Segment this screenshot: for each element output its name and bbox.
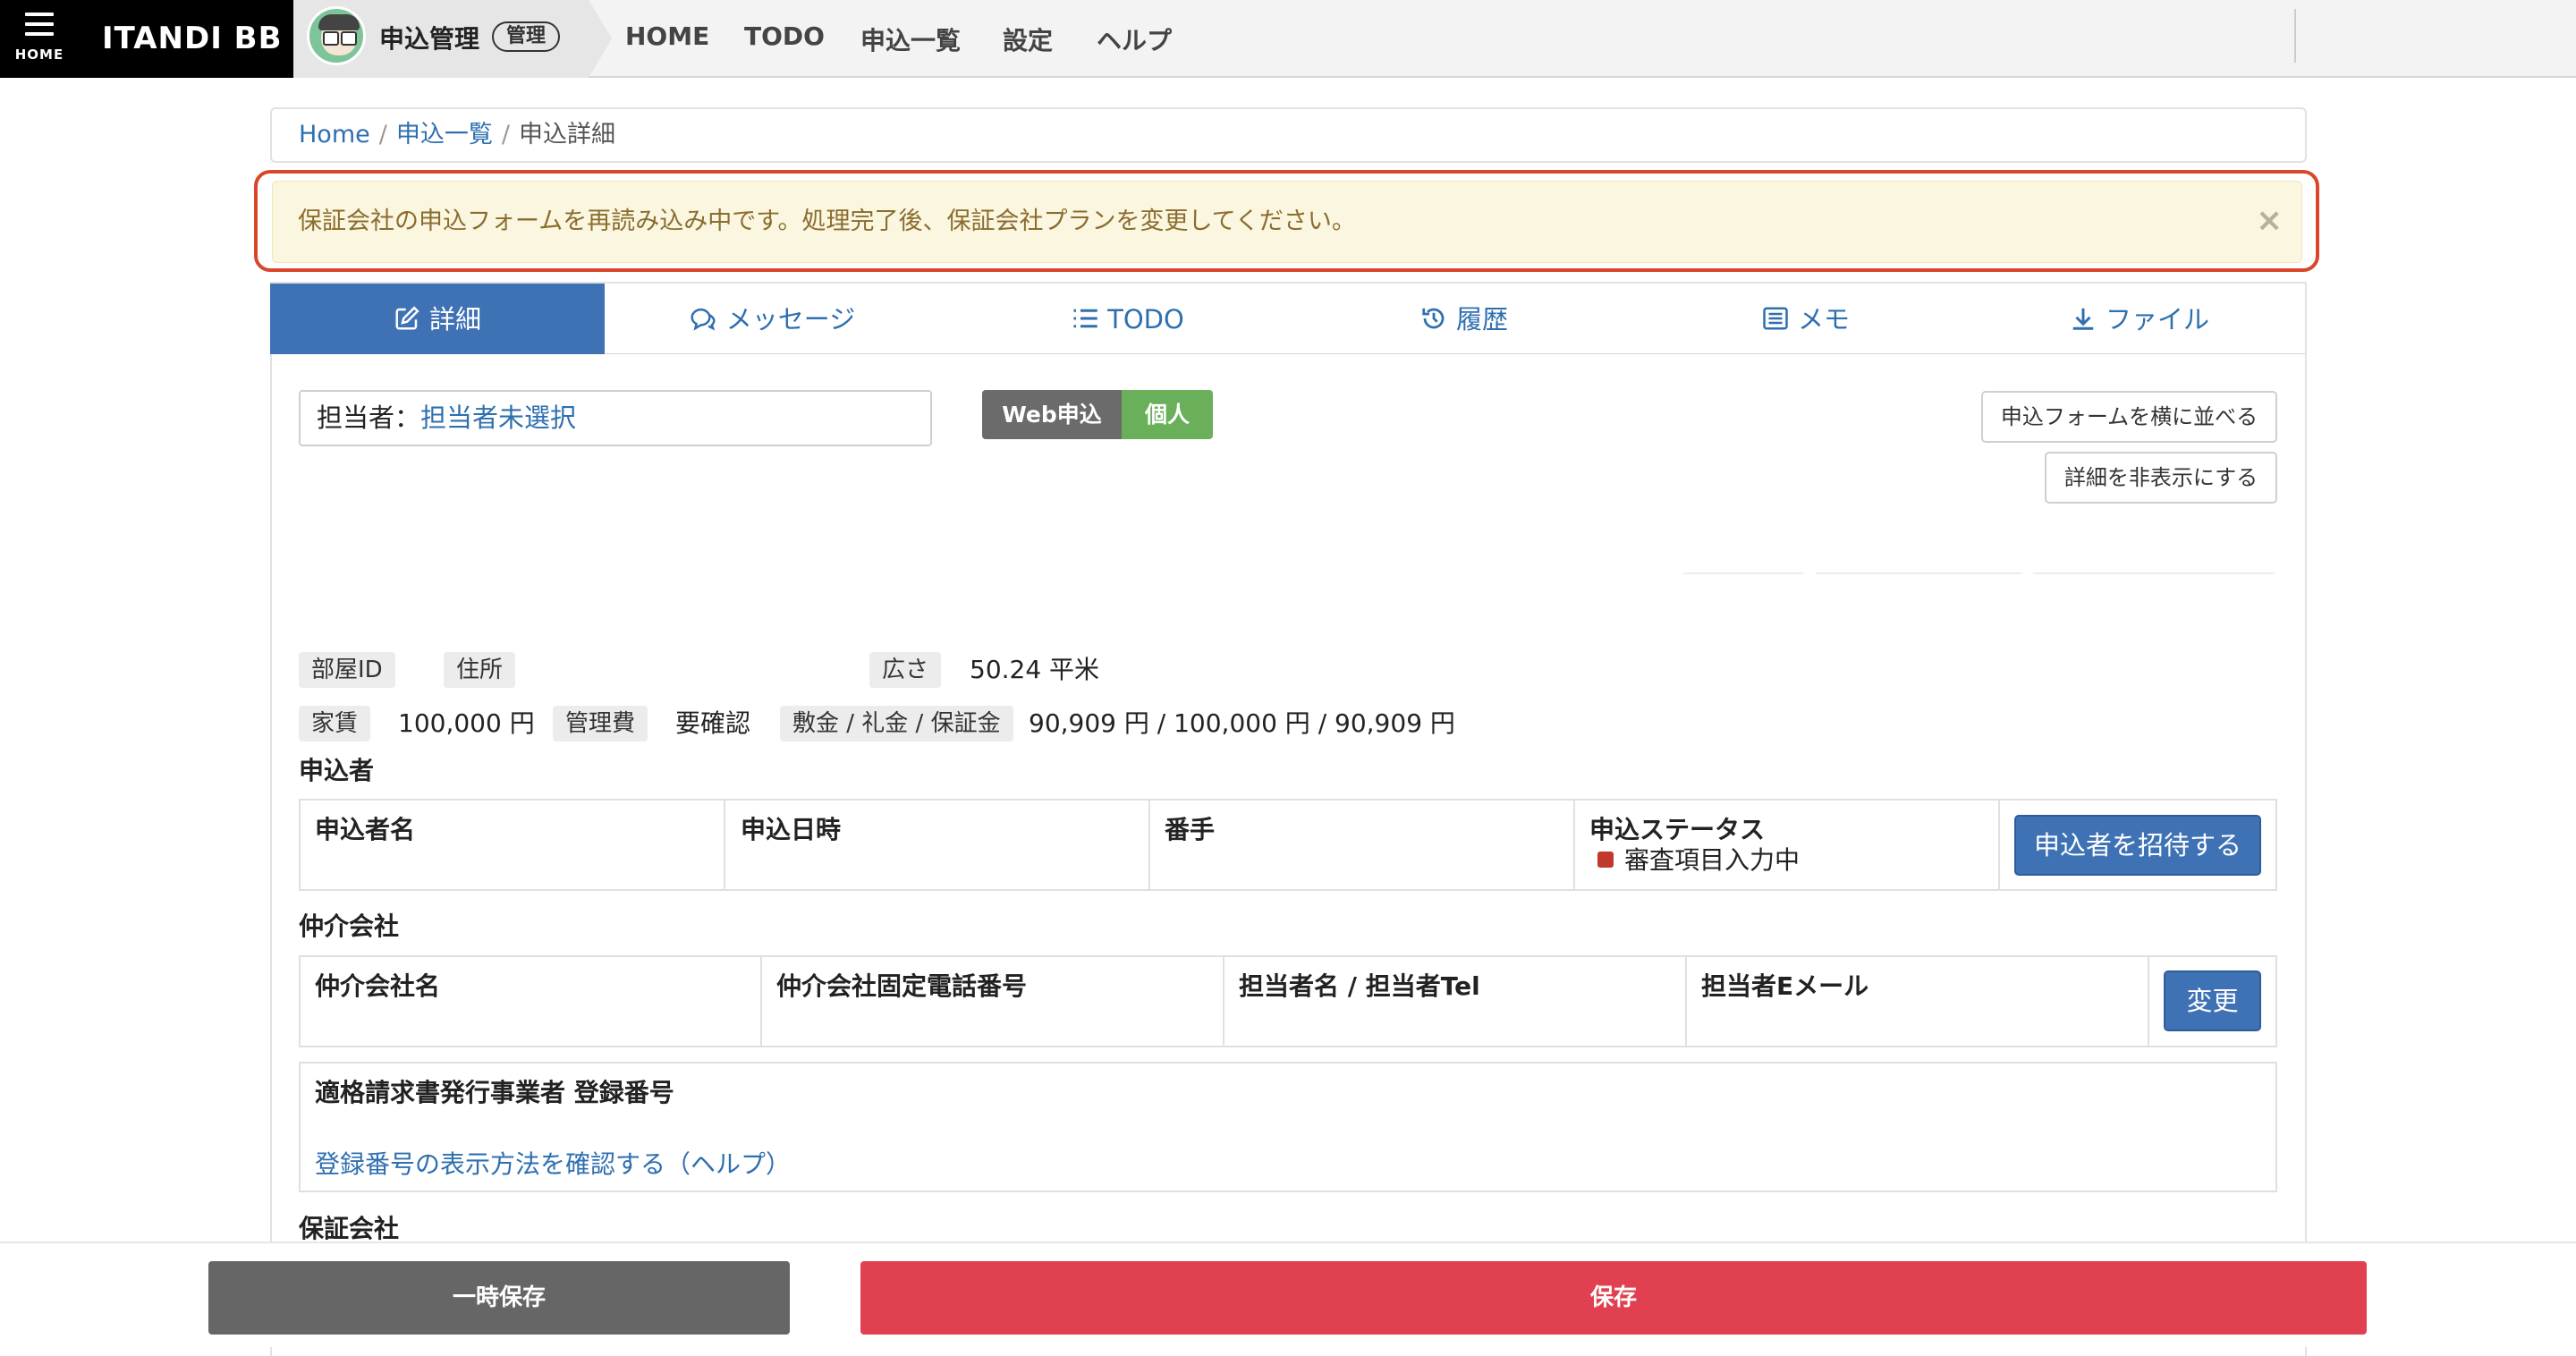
side-by-side-button[interactable]: 申込フォームを横に並べる xyxy=(1981,391,2277,443)
app-switcher-arrow xyxy=(589,0,612,78)
invoice-help-link[interactable]: 登録番号の表示方法を確認する（ヘルプ） xyxy=(315,1145,791,1181)
divider xyxy=(724,799,725,891)
divider xyxy=(1573,799,1575,891)
rent-label: 家賃 xyxy=(299,706,371,742)
tab-memo-label: メモ xyxy=(1797,304,1850,335)
broker-name-header: 仲介会社名 xyxy=(315,971,441,1001)
breadcrumb-list[interactable]: 申込一覧 xyxy=(396,121,493,148)
tab-history-label: 履歴 xyxy=(1455,304,1508,335)
divider xyxy=(2148,955,2149,1047)
individual-tag: 個人 xyxy=(1122,390,1213,439)
web-application-tag: Web申込 xyxy=(982,390,1122,439)
room-id-label: 部屋ID xyxy=(299,652,395,688)
application-status-value: 審査項目入力中 xyxy=(1624,845,1801,875)
home-menu-button[interactable]: HOME xyxy=(0,0,79,78)
tab-files[interactable]: ファイル xyxy=(1972,284,2307,355)
assignee-field[interactable]: 担当者：担当者未選択 xyxy=(299,390,932,446)
breadcrumb-home[interactable]: Home xyxy=(299,121,370,148)
tab-todo-label: TODO xyxy=(1107,304,1184,335)
divider xyxy=(1816,572,2021,574)
area-value: 50.24 平米 xyxy=(970,655,1100,684)
tab-memo[interactable]: メモ xyxy=(1639,284,1973,355)
nav-application-list[interactable]: 申込一覧 xyxy=(860,21,961,57)
nav-settings[interactable]: 設定 xyxy=(1003,21,1053,57)
applicant-name-header: 申込者名 xyxy=(315,815,416,844)
breadcrumb: Home / 申込一覧 / 申込詳細 xyxy=(270,107,2307,163)
tab-detail-label: 詳細 xyxy=(428,304,481,335)
nav-help[interactable]: ヘルプ xyxy=(1097,21,1172,57)
topbar-divider xyxy=(2294,9,2296,63)
divider xyxy=(1148,799,1150,891)
rank-header: 番手 xyxy=(1165,815,1216,844)
management-fee-label: 管理費 xyxy=(553,706,648,742)
invite-applicant-button[interactable]: 申込者を招待する xyxy=(2014,815,2261,876)
assignee-label: 担当者： xyxy=(317,403,421,433)
deposit-value: 90,909 円 / 100,000 円 / 90,909 円 xyxy=(1029,708,1455,738)
logo[interactable]: ITANDI BB xyxy=(79,0,293,78)
breadcrumb-separator: / xyxy=(378,121,387,148)
temporary-save-button[interactable]: 一時保存 xyxy=(208,1261,790,1335)
deposit-label: 敷金 / 礼金 / 保証金 xyxy=(780,706,1013,742)
divider xyxy=(1223,955,1224,1047)
tab-todo[interactable]: TODO xyxy=(961,284,1295,355)
guarantor-heading: 保証会社 xyxy=(299,1214,400,1243)
save-button[interactable]: 保存 xyxy=(860,1261,2367,1335)
alert-message: 保証会社の申込フォームを再読み込み中です。処理完了後、保証会社プランを変更してく… xyxy=(272,181,2302,263)
app-title: 申込管理 xyxy=(379,24,480,54)
edit-icon xyxy=(395,306,419,330)
divider xyxy=(1683,572,1803,574)
application-date-header: 申込日時 xyxy=(741,815,842,844)
application-status-header: 申込ステータス xyxy=(1589,815,1766,844)
applicant-heading: 申込者 xyxy=(299,756,375,785)
tab-detail[interactable]: 詳細 xyxy=(270,284,605,355)
divider xyxy=(760,955,762,1047)
tab-messages[interactable]: メッセージ xyxy=(605,284,939,355)
download-icon xyxy=(2072,308,2094,330)
invoice-registration-label: 適格請求書発行事業者 登録番号 xyxy=(315,1078,674,1107)
broker-phone-header: 仲介会社固定電話番号 xyxy=(776,971,1028,1001)
area-label: 広さ xyxy=(869,652,942,688)
breadcrumb-current: 申込詳細 xyxy=(518,121,615,148)
address-label: 住所 xyxy=(444,652,516,688)
admin-badge: 管理 xyxy=(492,21,561,52)
breadcrumb-separator: / xyxy=(501,121,510,148)
list-icon xyxy=(1073,309,1097,328)
home-menu-label: HOME xyxy=(14,47,64,63)
assignee-value[interactable]: 担当者未選択 xyxy=(420,403,576,433)
close-icon[interactable]: × xyxy=(2256,205,2283,237)
nav-home[interactable]: HOME xyxy=(625,21,709,51)
avatar xyxy=(307,6,366,65)
applicant-table xyxy=(299,799,2277,891)
tab-files-label: ファイル xyxy=(2105,304,2209,335)
staff-name-tel-header: 担当者名 / 担当者Tel xyxy=(1239,971,1480,1001)
rent-value: 100,000 円 xyxy=(398,708,535,738)
nav-todo[interactable]: TODO xyxy=(744,21,825,51)
memo-icon xyxy=(1763,307,1788,330)
broker-heading: 仲介会社 xyxy=(299,911,400,941)
management-fee-value: 要確認 xyxy=(675,708,751,738)
divider xyxy=(2033,572,2275,574)
tab-messages-label: メッセージ xyxy=(725,304,856,335)
tab-history[interactable]: 履歴 xyxy=(1297,284,1631,355)
divider xyxy=(1685,955,1687,1047)
history-icon xyxy=(1422,308,1445,329)
menu-icon xyxy=(25,13,54,42)
status-indicator xyxy=(1597,852,1614,868)
hide-details-button[interactable]: 詳細を非表示にする xyxy=(2045,452,2277,504)
change-broker-button[interactable]: 変更 xyxy=(2164,970,2261,1031)
chat-icon xyxy=(691,308,716,331)
staff-email-header: 担当者Eメール xyxy=(1701,971,1869,1001)
divider xyxy=(1998,799,2000,891)
